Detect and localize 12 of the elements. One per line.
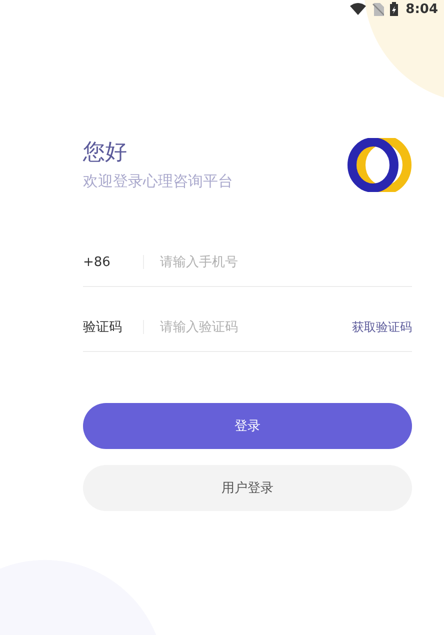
input-field[interactable]: 请输入手机号 xyxy=(158,254,412,270)
user-login-button[interactable]: 用户登录 xyxy=(83,465,412,511)
login-button[interactable]: 登录 xyxy=(83,403,412,449)
field-label: +86 xyxy=(83,254,112,270)
wifi-icon xyxy=(350,3,366,15)
greeting-subtitle: 欢迎登录心理咨询平台 xyxy=(83,171,233,192)
logo-icon xyxy=(346,138,412,192)
status-time: 8:04 xyxy=(406,2,438,16)
get-code-link[interactable]: 获取验证码 xyxy=(352,318,412,336)
greeting-title: 您好 xyxy=(83,139,128,167)
field-label: 验证码 xyxy=(83,319,123,336)
input-field[interactable]: 请输入验证码 xyxy=(158,318,352,336)
